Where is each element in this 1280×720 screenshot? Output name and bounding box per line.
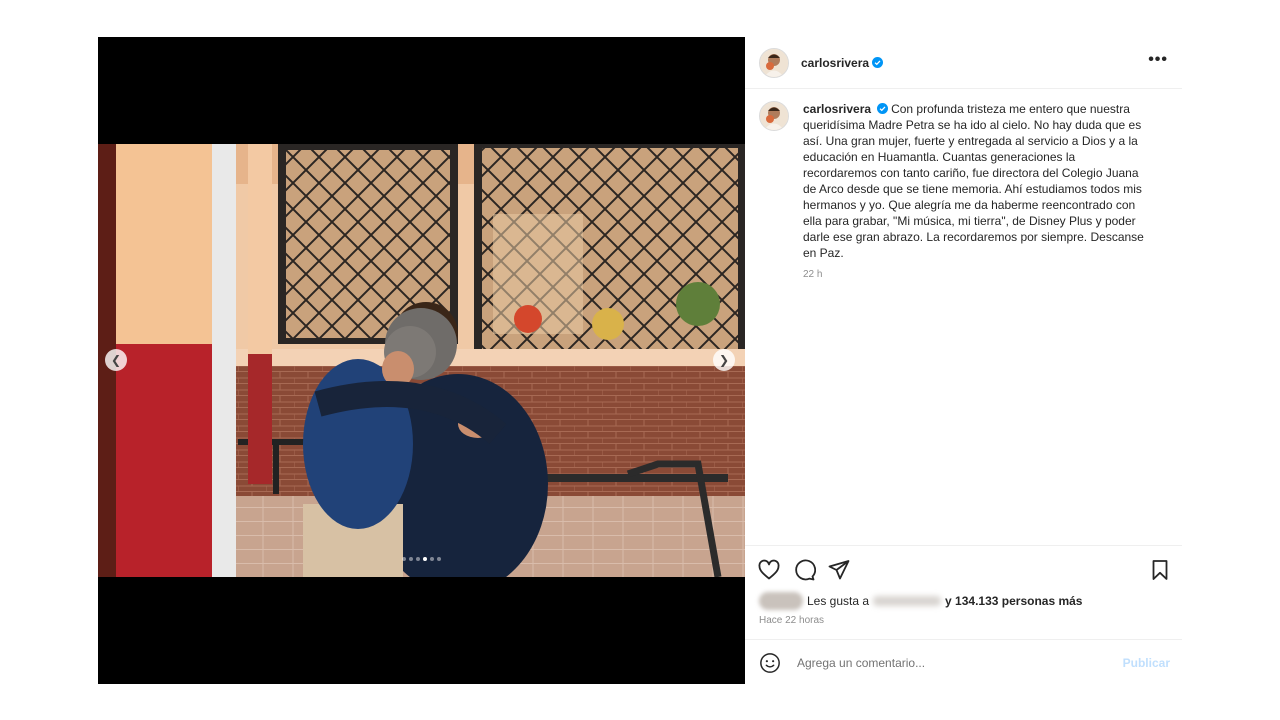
post-timestamp[interactable]: Hace 22 horas (759, 615, 824, 626)
heart-icon[interactable] (757, 558, 781, 582)
carousel-dot (437, 557, 441, 561)
post-media: ❮ ❯ (98, 37, 745, 684)
comment-icon[interactable] (792, 558, 816, 582)
caption-text-block: carlosrivera Con profunda tristeza me en… (803, 101, 1148, 261)
liker-avatars[interactable] (759, 592, 803, 610)
chevron-right-icon[interactable]: ❯ (713, 349, 735, 371)
liker-name[interactable] (873, 596, 942, 606)
carousel-dot (416, 557, 420, 561)
chevron-left-icon[interactable]: ❮ (105, 349, 127, 371)
caption-text: Con profunda tristeza me entero que nues… (803, 102, 1144, 260)
avatar[interactable] (759, 101, 789, 131)
instagram-post: ❮ ❯ carlosrivera ••• carlosrivera Con pr… (98, 37, 1182, 684)
carousel-dot (402, 557, 406, 561)
action-bar (745, 545, 1182, 596)
caption-body: carlosrivera Con profunda tristeza me en… (803, 101, 1148, 280)
likes-count[interactable]: y 134.133 personas más (945, 594, 1082, 608)
carousel-dot (409, 557, 413, 561)
likes-summary: Les gusta a y 134.133 personas más (759, 592, 1082, 610)
bookmark-icon[interactable] (1148, 558, 1172, 582)
post-side-panel: carlosrivera ••• carlosrivera Con profun… (745, 37, 1182, 684)
more-options-icon[interactable]: ••• (1148, 51, 1168, 69)
carousel-dot (423, 557, 427, 561)
comment-input[interactable] (795, 654, 1109, 671)
carousel-indicator (98, 557, 745, 561)
send-icon[interactable] (827, 558, 851, 582)
likes-prefix: Les gusta a (807, 594, 870, 608)
author-username[interactable]: carlosrivera (801, 56, 869, 70)
emoji-icon[interactable] (759, 652, 781, 674)
post-header: carlosrivera ••• (745, 37, 1182, 89)
verified-badge-icon (877, 103, 889, 114)
caption-timestamp[interactable]: 22 h (803, 269, 1148, 280)
post-photo[interactable] (98, 144, 745, 577)
post-caption: carlosrivera Con profunda tristeza me en… (759, 101, 1169, 280)
comment-box: Publicar (745, 639, 1182, 685)
caption-username[interactable]: carlosrivera (803, 102, 871, 116)
avatar[interactable] (759, 47, 789, 78)
publish-button[interactable]: Publicar (1123, 656, 1170, 670)
verified-badge-icon (872, 57, 884, 68)
carousel-dot (430, 557, 434, 561)
